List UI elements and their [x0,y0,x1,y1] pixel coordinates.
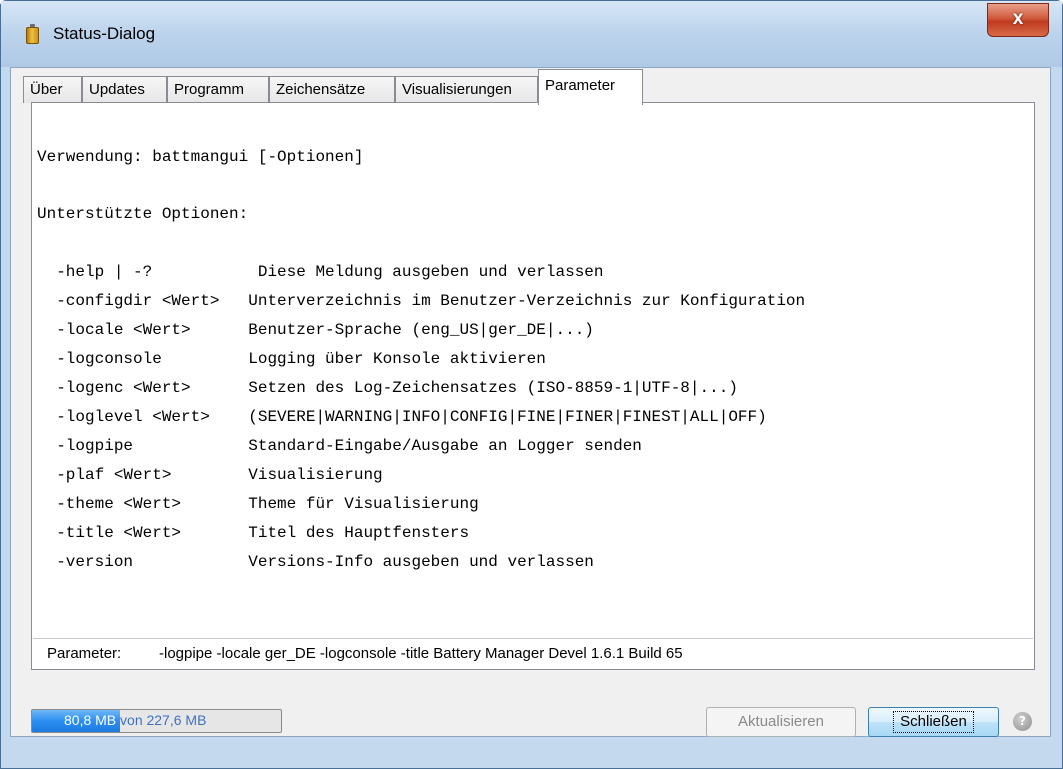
option-description: Visualisierung [248,466,383,484]
title-bar[interactable]: Status-Dialog x [1,1,1062,67]
option-description: (SEVERE|WARNING|INFO|CONFIG|FINE|FINER|F… [248,408,767,426]
tab-zeichensaetze[interactable]: Zeichensätze [269,76,395,103]
help-text-area[interactable]: Verwendung: battmangui [-Optionen] Unter… [33,118,1033,637]
refresh-button[interactable]: Aktualisieren [706,707,856,737]
option-row: -configdir <Wert> Unterverzeichnis im Be… [37,287,805,316]
tab-visualisierungen[interactable]: Visualisierungen [395,76,538,103]
option-description: Setzen des Log-Zeichensatzes (ISO-8859-1… [248,379,738,397]
battery-app-icon [26,24,39,44]
tab-ueber[interactable]: Über [23,76,82,103]
option-name: -configdir <Wert> [37,292,249,310]
option-name: -theme <Wert> [37,495,249,513]
option-name: -plaf <Wert> [37,466,249,484]
option-row: -theme <Wert> Theme für Visualisierung [37,490,479,519]
option-description: Unterverzeichnis im Benutzer-Verzeichnis… [248,292,806,310]
help-icon[interactable]: ? [1013,712,1032,731]
option-name: -logpipe [37,437,249,455]
window-title: Status-Dialog [53,24,156,43]
option-description: Logging über Konsole aktivieren [248,350,546,368]
option-name: -logenc <Wert> [37,379,249,397]
window-close-button[interactable]: x [987,3,1049,37]
option-name: -help | -? [37,263,258,281]
tab-parameter[interactable]: Parameter [538,69,643,105]
parameter-status-bar: Parameter: -logpipe -locale ger_DE -logc… [33,638,1033,668]
option-description: Theme für Visualisierung [248,495,479,513]
option-name: -logconsole [37,350,249,368]
option-description: Versions-Info ausgeben und verlassen [248,553,594,571]
parameter-label: Parameter: [47,645,122,662]
close-button[interactable]: Schließen [868,707,999,737]
option-row: -title <Wert> Titel des Hauptfensters [37,519,469,548]
option-description: Diese Meldung ausgeben und verlassen [257,263,604,281]
option-name: -title <Wert> [37,524,249,542]
option-description: Standard-Eingabe/Ausgabe an Logger sende… [248,437,642,455]
option-description: Titel des Hauptfensters [248,524,470,542]
option-row: -logpipe Standard-Eingabe/Ausgabe an Log… [37,432,642,461]
option-row: -locale <Wert> Benutzer-Sprache (eng_US|… [37,316,594,345]
option-row: -plaf <Wert> Visualisierung [37,461,383,490]
option-description: Benutzer-Sprache (eng_US|ger_DE|...) [248,321,594,339]
memory-usage-bar[interactable]: 80,8 MB von 227,6 MB 80,8 MB von 227,6 M… [31,709,282,733]
option-name: -locale <Wert> [37,321,249,339]
supported-options-header: Unterstützte Optionen: [37,205,249,223]
parameter-value: -logpipe -locale ger_DE -logconsole -tit… [159,645,683,662]
option-name: -loglevel <Wert> [37,408,249,426]
tab-updates[interactable]: Updates [82,76,167,103]
usage-line: Verwendung: battmangui [-Optionen] [37,148,364,166]
close-button-label: Schließen [893,711,974,733]
option-row: -loglevel <Wert> (SEVERE|WARNING|INFO|CO… [37,403,767,432]
option-row: -version Versions-Info ausgeben und verl… [37,548,594,577]
option-row: -help | -? Diese Meldung ausgeben und ve… [37,258,604,287]
status-dialog-window: Status-Dialog x Über Updates Programm Ze… [0,0,1063,769]
option-row: -logconsole Logging über Konsole aktivie… [37,345,546,374]
option-name: -version [37,553,249,571]
tab-programm[interactable]: Programm [167,76,269,103]
option-row: -logenc <Wert> Setzen des Log-Zeichensat… [37,374,738,403]
